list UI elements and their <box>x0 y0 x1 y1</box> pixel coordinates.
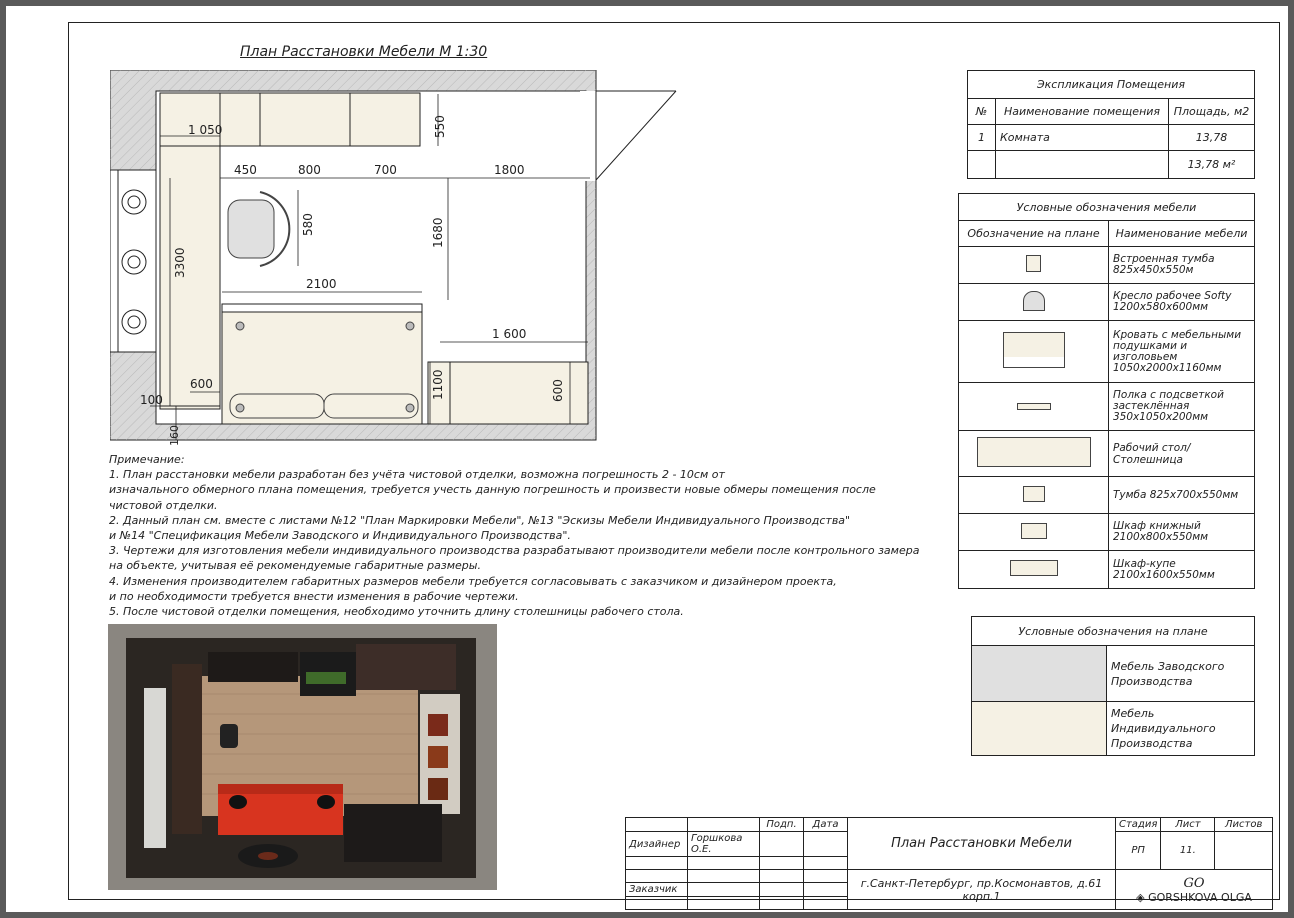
dim-1050: 1 050 <box>188 123 222 137</box>
legend-col-name: Наименование мебели <box>1108 220 1255 247</box>
nightstand-icon <box>1026 255 1041 272</box>
bed-icon <box>1002 332 1065 368</box>
stamp-stage-label: Стадия <box>1114 817 1162 832</box>
note-line: изначального обмерного плана помещения, … <box>109 483 876 497</box>
logo-text: GORSHKOVA OLGA <box>1148 890 1252 904</box>
note-line: 5. После чистовой отделки помещения, нео… <box>109 605 684 619</box>
legend-item-name: Кровать с мебельными подушками и изголов… <box>1108 320 1255 383</box>
total-area: 13,78 м² <box>1168 150 1255 179</box>
row-name: Комната <box>995 124 1169 151</box>
bookcase-icon <box>1020 522 1047 539</box>
custom-swatch <box>971 701 1107 756</box>
desk-icon <box>976 437 1091 467</box>
logo-mark: GO <box>1183 875 1205 891</box>
col-no: № <box>967 98 996 125</box>
bed-plan <box>221 303 423 425</box>
custom-label: Мебель Индивидуального Производства <box>1106 701 1255 756</box>
stamp-address: г.Санкт-Петербург, пр.Космонавтов, д.61 … <box>847 869 1116 910</box>
wardrobe-icon <box>1009 560 1058 576</box>
factory-swatch <box>971 645 1107 702</box>
dim-160: 160 <box>168 425 181 446</box>
drawing-sheet: План Расстановки Мебели М 1:30 1 050 550… <box>6 6 1288 912</box>
dim-1800: 1800 <box>494 163 525 177</box>
legend-item-name: Кресло рабочее Softy 1200х580х600мм <box>1108 283 1255 321</box>
legend-item-name: Шкаф книжный 2100х800х550мм <box>1108 513 1255 551</box>
dim-100: 100 <box>140 393 163 407</box>
explication-table: Экспликация Помещения № Наименование пом… <box>967 70 1255 179</box>
dim-550: 550 <box>433 115 447 138</box>
stamp-sheets <box>1214 831 1273 870</box>
dim-800: 800 <box>298 163 321 177</box>
note-line: и по необходимости требуется внести изме… <box>109 589 519 603</box>
stamp-designer-label: Дизайнер <box>625 831 688 857</box>
plan-legend-title: Условные обозначения на плане <box>971 616 1255 646</box>
col-name: Наименование помещения <box>995 98 1169 125</box>
dim-700: 700 <box>374 163 397 177</box>
notes-heading: Примечание: <box>109 453 185 466</box>
dim-1680: 1680 <box>431 217 445 248</box>
stamp-sheet-title: План Расстановки Мебели <box>847 817 1116 870</box>
stamp-sheet: 11. <box>1160 831 1216 870</box>
stamp-client-label: Заказчик <box>625 882 688 897</box>
note-line: 2. Данный план см. вместе с листами №12 … <box>109 513 851 527</box>
legend-item-name: Полка с подсветкой застеклённая 350х1050… <box>1108 382 1255 431</box>
cabinet-icon <box>1022 485 1045 502</box>
furniture-legend-table: Условные обозначения мебели Обозначение … <box>958 193 1255 589</box>
stamp-podp: Подп. <box>759 817 804 832</box>
legend-item-name: Встроенная тумба 825х450х550м <box>1108 246 1255 284</box>
dim-580: 580 <box>301 213 315 236</box>
room-render-image <box>108 624 497 890</box>
note-line: 4. Изменения производителем габаритных р… <box>109 574 837 588</box>
legend-item-name: Тумба 825х700х550мм <box>1108 476 1255 514</box>
floor-plan: 1 050 550 450 800 700 1800 3300 580 1680… <box>110 70 677 446</box>
note-line: 3. Чертежи для изготовления мебели индив… <box>109 544 920 558</box>
stamp-date: Дата <box>803 817 848 832</box>
note-line: и №14 "Спецификация Мебели Заводского и … <box>109 529 571 543</box>
legend-title: Условные обозначения мебели <box>958 193 1255 221</box>
stamp-sheet-label: Лист <box>1160 817 1216 832</box>
dim-600a: 600 <box>190 377 213 391</box>
col-area: Площадь, м2 <box>1168 98 1255 125</box>
dim-600b: 600 <box>551 379 565 402</box>
armchair-icon <box>1022 290 1045 311</box>
stamp-sheets-label: Листов <box>1214 817 1273 832</box>
note-line: чистовой отделки. <box>109 498 218 512</box>
plan-legend-table: Условные обозначения на плане Мебель Зав… <box>971 616 1255 756</box>
note-line: на объекте, учитывая её рекомендуемые га… <box>109 559 481 573</box>
factory-label: Мебель Заводского Производства <box>1106 645 1255 702</box>
legend-col-symbol: Обозначение на плане <box>958 220 1109 247</box>
title-block: Подп. Дата План Расстановки Мебели Стади… <box>625 817 1273 910</box>
row-area: 13,78 <box>1168 124 1255 151</box>
plan-title: План Расстановки Мебели М 1:30 <box>240 44 488 60</box>
row-no: 1 <box>967 124 996 151</box>
dim-2100: 2100 <box>306 277 337 291</box>
dim-1100: 1100 <box>431 369 445 400</box>
stamp-stage: РП <box>1114 831 1162 870</box>
legend-item-name: Рабочий стол/Столешница <box>1108 430 1255 477</box>
shelf-icon <box>1016 403 1051 410</box>
stamp-designer-name: Горшкова О.Е. <box>687 831 760 857</box>
legend-item-name: Шкаф-купе 2100х1600х550мм <box>1108 550 1255 589</box>
dim-1600: 1 600 <box>492 327 526 341</box>
notes: Примечание: 1. План расстановки мебели р… <box>109 452 929 619</box>
dim-3300: 3300 <box>173 247 187 278</box>
note-line: 1. План расстановки мебели разработан бе… <box>109 468 725 482</box>
dim-450: 450 <box>234 163 257 177</box>
explication-title: Экспликация Помещения <box>967 70 1255 99</box>
logo-icon: ◈ <box>1136 890 1149 904</box>
